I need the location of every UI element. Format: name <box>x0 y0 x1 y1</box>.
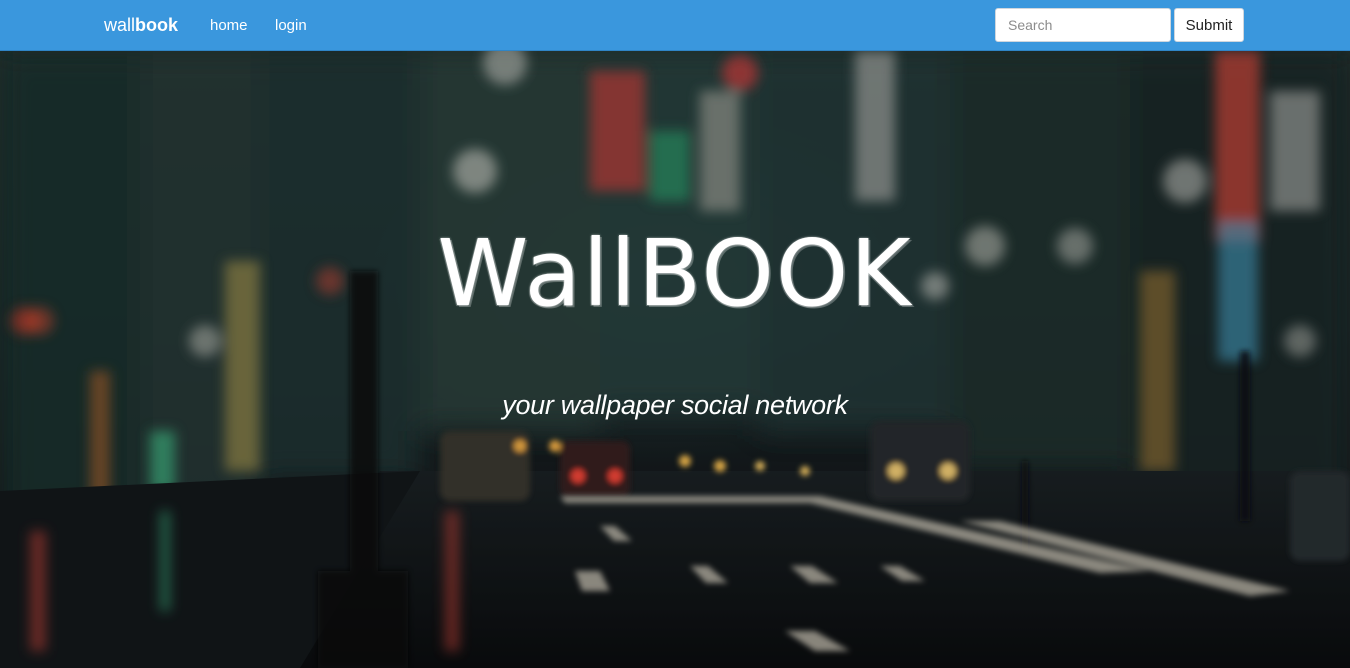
hero-title: WallBOOK <box>437 220 913 327</box>
hero-subtitle: your wallpaper social network <box>502 390 848 420</box>
submit-button[interactable]: Submit <box>1174 8 1244 42</box>
hero-dark-overlay <box>0 51 1350 668</box>
hero-section: WallBOOK your wallpaper social network <box>0 51 1350 668</box>
brand-text-bold: book <box>135 15 179 35</box>
nav-link-login[interactable]: login <box>275 17 307 34</box>
navbar: wallbook home login Submit <box>0 0 1350 51</box>
nav-link-home[interactable]: home <box>210 17 248 34</box>
brand-text-light: wall <box>104 15 136 35</box>
search-input[interactable] <box>995 8 1171 42</box>
brand-logo-link[interactable]: wallbook <box>104 15 178 35</box>
